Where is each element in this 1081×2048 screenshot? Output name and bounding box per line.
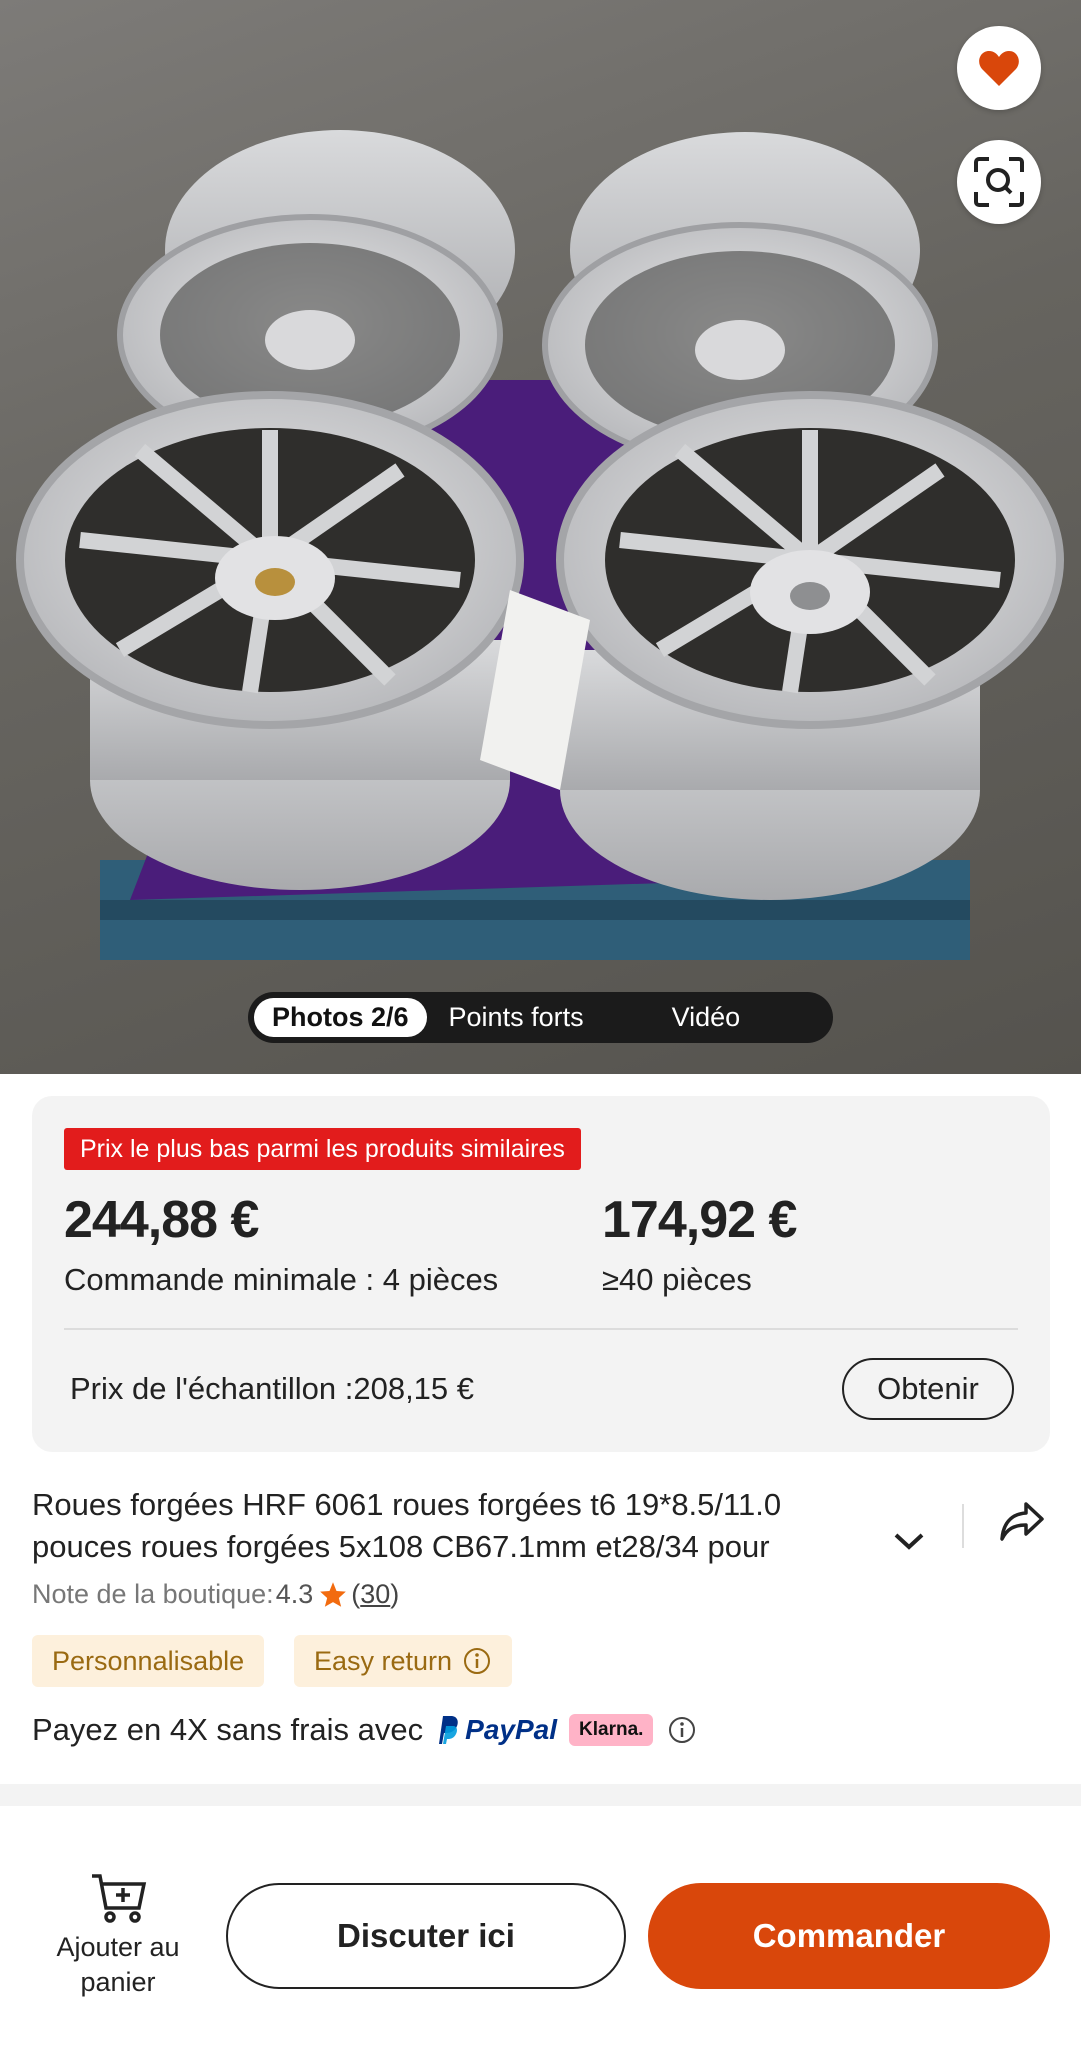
installment-payment[interactable]: Payez en 4X sans frais avec PayPal Klarn…	[32, 1712, 697, 1748]
favorite-button[interactable]	[957, 26, 1041, 110]
chevron-down-icon[interactable]	[892, 1530, 926, 1552]
installment-text: Payez en 4X sans frais avec	[32, 1712, 424, 1747]
tier-condition-1: Commande minimale : 4 pièces	[64, 1262, 499, 1297]
separator	[962, 1504, 964, 1548]
media-tabs: Photos 2/6 Points forts Vidéo	[248, 992, 833, 1043]
image-search-icon	[974, 157, 1024, 207]
tab-photos[interactable]: Photos 2/6	[254, 998, 427, 1037]
tab-highlights[interactable]: Points forts	[431, 998, 602, 1037]
add-to-cart-label: Ajouter au panier	[56, 1932, 180, 1997]
paypal-wordmark: PayPal	[465, 1714, 558, 1745]
cart-icon	[92, 1874, 147, 1923]
sample-price: Prix de l'échantillon :208,15 €	[70, 1371, 475, 1406]
rating-count-close: )	[390, 1579, 400, 1609]
rating-label: Note de la boutique:	[32, 1579, 274, 1609]
tab-video[interactable]: Vidéo	[654, 998, 759, 1037]
info-icon	[464, 1648, 491, 1674]
rating-count[interactable]: (30)	[351, 1579, 399, 1610]
shop-rating: Note de la boutique: 4.3 (30)	[32, 1579, 399, 1610]
tier-price-2: 174,92 €	[602, 1191, 797, 1249]
product-image-gallery[interactable]: Photos 2/6 Points forts Vidéo	[0, 0, 1081, 1074]
share-icon[interactable]	[998, 1500, 1046, 1544]
product-title-line-1: Roues forgées HRF 6061 roues forgées t6 …	[32, 1487, 782, 1522]
chat-button[interactable]: Discuter ici	[226, 1883, 626, 1989]
klarna-logo: Klarna.	[569, 1714, 654, 1746]
tag-easy-return[interactable]: Easy return	[294, 1635, 513, 1687]
tag-easy-return-label: Easy return	[314, 1646, 453, 1676]
rating-value: 4.3	[275, 1579, 314, 1609]
tier-condition-2: ≥40 pièces	[602, 1262, 752, 1297]
paypal-icon	[439, 1716, 458, 1744]
rating-count-open: (	[351, 1579, 361, 1609]
paypal-logo: PayPal	[433, 1714, 557, 1746]
add-to-cart-button[interactable]: Ajouter au panier	[30, 1872, 206, 2012]
image-search-button[interactable]	[957, 140, 1041, 224]
product-title: Roues forgées HRF 6061 roues forgées t6 …	[32, 1484, 862, 1568]
heart-icon	[979, 51, 1019, 86]
wheel-photo	[16, 130, 1064, 960]
tag-customizable: Personnalisable	[32, 1635, 265, 1687]
price-card: Prix le plus bas parmi les produits simi…	[32, 1096, 1050, 1452]
info-icon[interactable]	[667, 1715, 697, 1745]
tier-price-1: 244,88 €	[64, 1191, 259, 1249]
divider	[64, 1328, 1018, 1330]
obtain-sample-button[interactable]: Obtenir	[842, 1358, 1014, 1420]
product-title-line-2: pouces roues forgées 5x108 CB67.1mm et28…	[32, 1529, 770, 1564]
order-button[interactable]: Commander	[648, 1883, 1050, 1989]
section-divider	[0, 1784, 1081, 1806]
lowest-price-badge: Prix le plus bas parmi les produits simi…	[64, 1128, 581, 1170]
rating-count-number: 30	[360, 1579, 391, 1609]
star-icon	[320, 1582, 347, 1607]
